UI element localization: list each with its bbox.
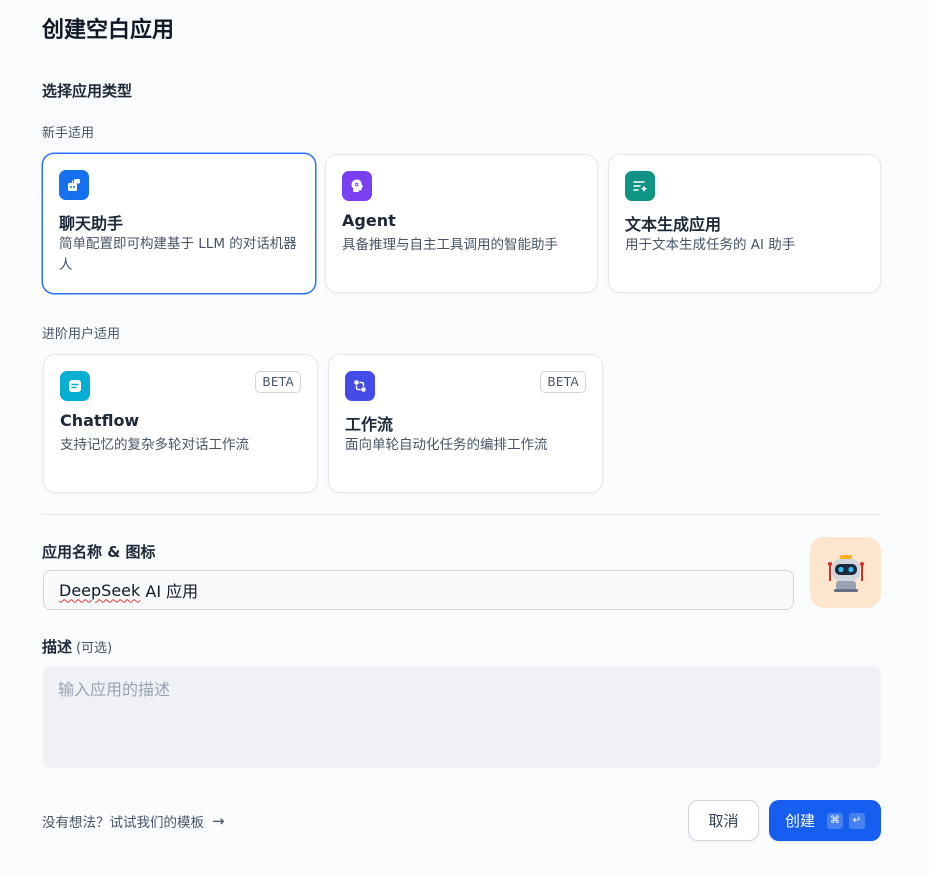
app-name-input[interactable]: DeepSeek AI 应用 — [43, 570, 794, 610]
robot-avatar-icon — [827, 554, 864, 592]
app-type-card-chat[interactable]: 聊天助手 简单配置即可构建基于 LLM 的对话机器人 — [42, 153, 316, 294]
app-name-label: 应用名称 & 图标 — [42, 543, 156, 561]
group-label-advanced: 进阶用户适用 — [42, 327, 121, 342]
card-desc: 面向单轮自动化任务的编排工作流 — [345, 437, 548, 453]
chatflow-icon — [60, 371, 90, 401]
optional-hint: (可选) — [76, 641, 113, 656]
card-desc: 支持记忆的复杂多轮对话工作流 — [60, 437, 249, 453]
description-textarea[interactable] — [43, 666, 881, 768]
card-desc: 具备推理与自主工具调用的智能助手 — [342, 237, 558, 253]
create-button-label: 创建 — [784, 812, 815, 830]
app-type-card-workflow[interactable]: BETA 工作流 面向单轮自动化任务的编排工作流 — [328, 354, 603, 493]
agent-brain-icon — [342, 171, 372, 201]
app-type-card-chatflow[interactable]: BETA Chatflow 支持记忆的复杂多轮对话工作流 — [43, 354, 318, 493]
arrow-right-icon: → — [212, 812, 225, 830]
card-name: Chatflow — [60, 411, 140, 430]
card-name: 工作流 — [345, 415, 394, 434]
cancel-button[interactable]: 取消 — [688, 800, 759, 841]
app-name-value-word: DeepSeek — [59, 580, 141, 600]
section-title-app-type: 选择应用类型 — [42, 82, 133, 100]
section-divider — [42, 514, 880, 515]
card-name: 聊天助手 — [59, 214, 124, 233]
app-icon-picker[interactable] — [810, 537, 881, 608]
card-name: Agent — [342, 211, 396, 230]
beta-badge: BETA — [540, 371, 586, 393]
card-desc: 用于文本生成任务的 AI 助手 — [625, 237, 796, 253]
page-title: 创建空白应用 — [42, 18, 175, 43]
workflow-icon — [345, 371, 375, 401]
chat-bot-icon — [59, 170, 89, 200]
description-label-text: 描述 — [42, 638, 73, 656]
beta-badge: BETA — [255, 371, 301, 393]
template-link[interactable]: 没有想法？试试我们的模板 → — [42, 811, 225, 831]
description-label: 描述 (可选) — [42, 636, 112, 657]
create-button[interactable]: 创建 ⌘ ↵ — [769, 800, 881, 841]
app-name-value-rest: AI 应用 — [140, 582, 199, 601]
app-type-card-text-generation[interactable]: 文本生成应用 用于文本生成任务的 AI 助手 — [608, 154, 881, 293]
enter-key-icon: ↵ — [849, 812, 865, 829]
card-desc: 简单配置即可构建基于 LLM 的对话机器人 — [59, 236, 297, 273]
group-label-beginner: 新手适用 — [42, 126, 95, 141]
card-name: 文本生成应用 — [625, 215, 722, 234]
command-key-icon: ⌘ — [827, 812, 843, 829]
text-generate-icon — [625, 171, 655, 201]
template-link-text: 没有想法？试试我们的模板 — [42, 815, 204, 831]
app-type-card-agent[interactable]: Agent 具备推理与自主工具调用的智能助手 — [325, 154, 598, 293]
